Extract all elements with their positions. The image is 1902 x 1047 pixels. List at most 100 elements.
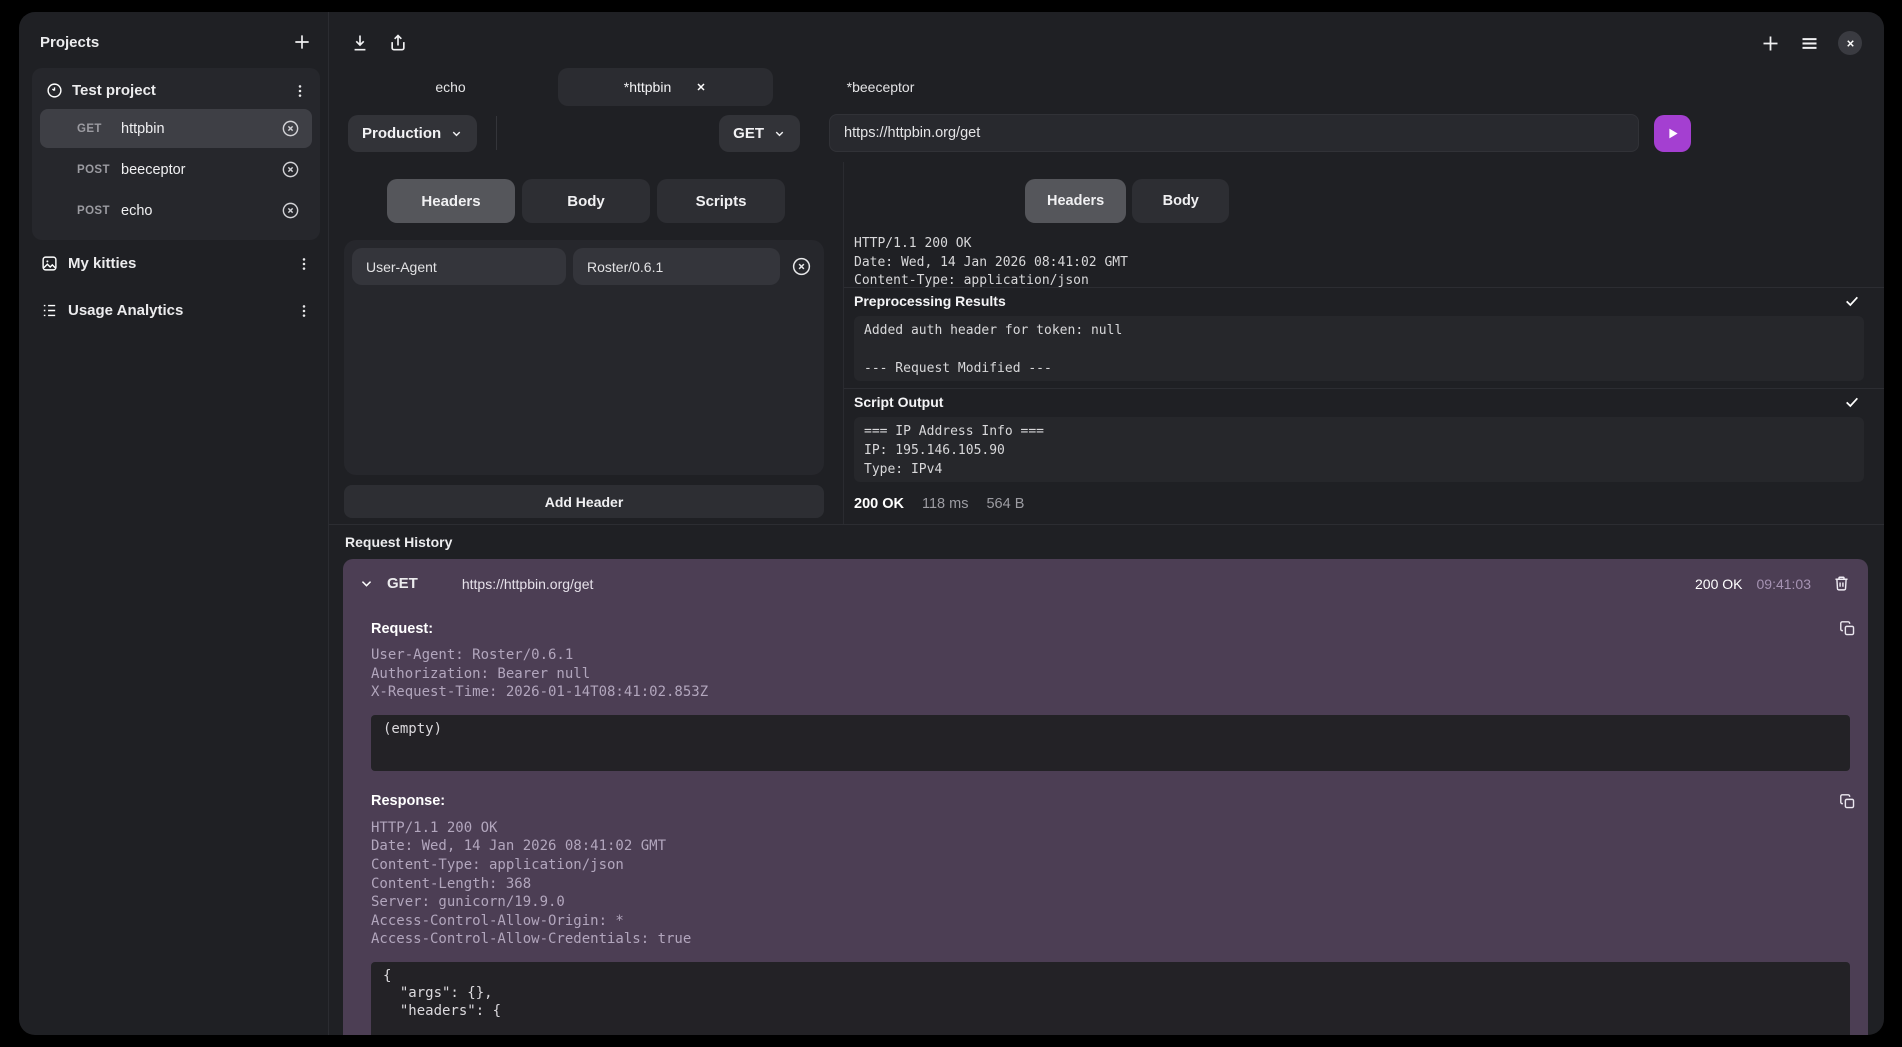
- remove-header-button[interactable]: [791, 256, 812, 277]
- history-entry: GET https://httpbin.org/get 200 OK 09:41…: [343, 559, 1868, 1035]
- sidebar-item-label: My kitties: [68, 255, 136, 272]
- sidebar-title: Projects: [40, 34, 99, 51]
- response-panel: Headers Body HTTP/1.1 200 OK Date: Wed, …: [844, 162, 1884, 524]
- script-output-section-header: Script Output: [844, 388, 1884, 415]
- request-name: httpbin: [121, 121, 165, 137]
- add-project-button[interactable]: [292, 32, 312, 52]
- play-icon: [1665, 126, 1680, 141]
- tab-httpbin[interactable]: *httpbin: [558, 68, 773, 106]
- environment-label: Production: [362, 125, 441, 142]
- preprocessing-section-header: Preprocessing Results: [844, 287, 1884, 314]
- chevron-down-icon: [773, 127, 786, 140]
- editor-row: Headers Body Scripts Add Header Headers: [329, 162, 1884, 524]
- circle-x-icon[interactable]: [281, 119, 300, 138]
- project-group: Test project GET httpbin POST beeceptor …: [32, 68, 320, 240]
- request-method-badge: POST: [77, 205, 121, 217]
- status-code: 200 OK: [854, 496, 904, 512]
- import-button[interactable]: [350, 33, 370, 53]
- tab-label: *beeceptor: [847, 79, 915, 95]
- send-button[interactable]: [1654, 115, 1691, 152]
- kebab-icon[interactable]: [296, 256, 312, 272]
- project-name: Test project: [72, 82, 156, 99]
- history-method: GET: [387, 575, 418, 592]
- add-header-button[interactable]: Add Header: [344, 485, 824, 518]
- script-output: === IP Address Info === IP: 195.146.105.…: [854, 417, 1864, 482]
- header-value-input[interactable]: [573, 248, 780, 285]
- request-label: Request:: [371, 621, 433, 637]
- response-body-box: { "args": {}, "headers": {: [371, 962, 1850, 1035]
- tab-beeceptor[interactable]: *beeceptor: [773, 68, 988, 106]
- request-tab-body[interactable]: Body: [522, 179, 650, 223]
- download-icon: [350, 33, 370, 53]
- menu-button[interactable]: [1799, 33, 1820, 54]
- request-history-title: Request History: [343, 532, 1868, 559]
- sidebar-request-httpbin[interactable]: GET httpbin: [40, 109, 312, 148]
- tab-label: echo: [435, 79, 465, 95]
- toolbar: [329, 12, 1884, 68]
- sidebar-item-my-kitties[interactable]: My kitties: [32, 240, 320, 287]
- request-tab-headers[interactable]: Headers: [387, 179, 515, 223]
- headers-editor: [344, 240, 824, 475]
- copy-icon[interactable]: [1839, 793, 1856, 810]
- project-header[interactable]: Test project: [40, 74, 312, 107]
- document-tabs: echo *httpbin *beeceptor: [329, 68, 1884, 108]
- project-menu-button[interactable]: [292, 83, 308, 99]
- url-input[interactable]: [829, 114, 1639, 152]
- history-response-section: Response: HTTP/1.1 200 OK Date: Wed, 14 …: [343, 793, 1868, 1035]
- kebab-icon[interactable]: [296, 303, 312, 319]
- request-panel: Headers Body Scripts Add Header: [329, 162, 844, 524]
- header-row: [352, 248, 816, 285]
- request-method-badge: POST: [77, 164, 121, 176]
- request-tab-scripts[interactable]: Scripts: [657, 179, 785, 223]
- method-label: GET: [733, 125, 764, 142]
- chevron-down-icon: [450, 127, 463, 140]
- request-name: echo: [121, 203, 152, 219]
- clock-icon: [46, 82, 63, 99]
- trash-icon[interactable]: [1833, 575, 1850, 592]
- export-button[interactable]: [388, 33, 408, 53]
- image-icon: [41, 255, 58, 272]
- check-icon: [1844, 293, 1860, 309]
- circle-x-icon[interactable]: [281, 160, 300, 179]
- check-icon: [1844, 394, 1860, 410]
- share-icon: [388, 33, 408, 53]
- close-icon: [1845, 38, 1856, 49]
- history-status: 200 OK: [1695, 576, 1742, 592]
- circle-x-icon[interactable]: [281, 201, 300, 220]
- sidebar-request-echo[interactable]: POST echo: [40, 191, 312, 230]
- plus-icon: [1760, 33, 1781, 54]
- copy-icon[interactable]: [1839, 620, 1856, 637]
- request-name: beeceptor: [121, 162, 186, 178]
- status-duration: 118 ms: [922, 496, 968, 512]
- status-size: 564 B: [986, 496, 1024, 512]
- chevron-down-icon[interactable]: [359, 576, 374, 591]
- script-output-title: Script Output: [854, 394, 943, 410]
- header-key-input[interactable]: [352, 248, 566, 285]
- tab-echo[interactable]: echo: [343, 68, 558, 106]
- method-dropdown[interactable]: GET: [719, 115, 800, 152]
- response-tab-headers[interactable]: Headers: [1025, 179, 1126, 223]
- app-window: Projects Test project GET httpbin POST b…: [19, 12, 1884, 1035]
- sidebar-item-usage-analytics[interactable]: Usage Analytics: [32, 287, 320, 334]
- response-tab-body[interactable]: Body: [1132, 179, 1229, 223]
- environment-dropdown[interactable]: Production: [348, 115, 477, 152]
- sidebar: Projects Test project GET httpbin POST b…: [19, 12, 329, 1035]
- preprocessing-title: Preprocessing Results: [854, 293, 1006, 309]
- history-entry-header[interactable]: GET https://httpbin.org/get 200 OK 09:41…: [343, 559, 1868, 598]
- list-icon: [41, 302, 58, 319]
- history-url: https://httpbin.org/get: [462, 576, 594, 592]
- tab-label: *httpbin: [624, 79, 671, 95]
- request-bar: Production GET: [329, 108, 1884, 162]
- window-close-button[interactable]: [1838, 31, 1862, 55]
- divider: [496, 116, 497, 150]
- request-headers-text: User-Agent: Roster/0.6.1 Authorization: …: [371, 646, 1856, 702]
- sidebar-item-label: Usage Analytics: [68, 302, 183, 319]
- preprocessing-output: Added auth header for token: null --- Re…: [854, 316, 1864, 381]
- response-headers-preview: HTTP/1.1 200 OK Date: Wed, 14 Jan 2026 0…: [854, 235, 1884, 287]
- request-history-section: Request History GET https://httpbin.org/…: [329, 524, 1884, 1035]
- sidebar-request-beeceptor[interactable]: POST beeceptor: [40, 150, 312, 189]
- response-status-row: 200 OK 118 ms 564 B: [844, 489, 1884, 512]
- menu-icon: [1799, 33, 1820, 54]
- new-tab-button[interactable]: [1760, 33, 1781, 54]
- tab-close-icon[interactable]: [695, 81, 707, 93]
